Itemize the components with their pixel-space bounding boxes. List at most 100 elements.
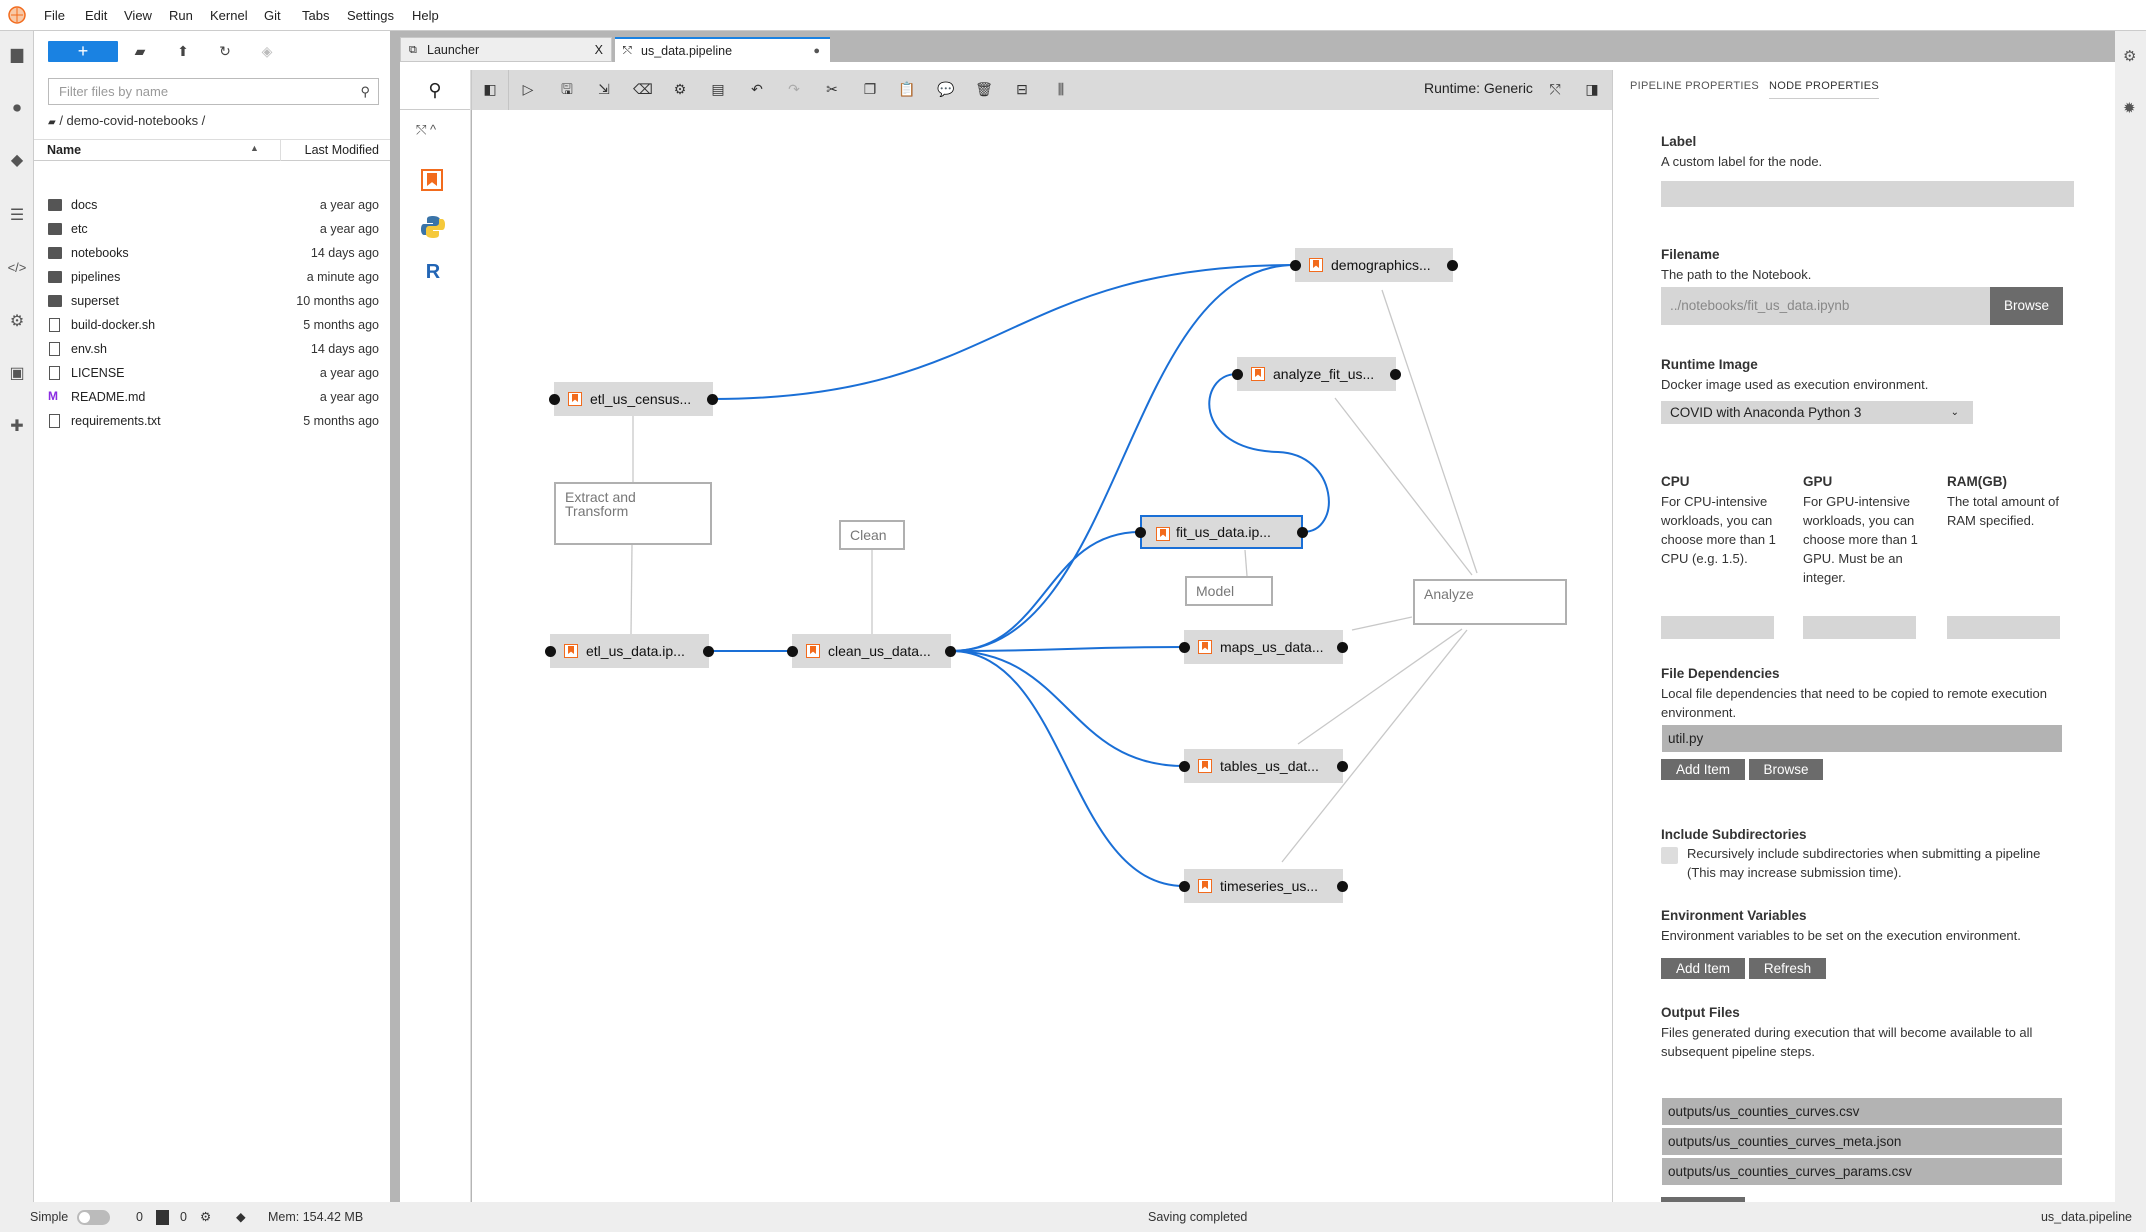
upload-icon[interactable]: ⬆: [173, 41, 193, 62]
output-port[interactable]: [1447, 260, 1458, 271]
toggle-properties-panel-icon[interactable]: ◨: [1583, 80, 1601, 98]
comment-box[interactable]: Analyze: [1413, 579, 1567, 625]
tab-us-data-pipeline[interactable]: ⤲ us_data.pipeline ●: [615, 37, 830, 62]
clear-pipeline-icon[interactable]: ⌫: [633, 80, 653, 98]
file-row[interactable]: notebooks 14 days ago: [34, 241, 390, 265]
runtimes-icon[interactable]: ⚙: [7, 312, 27, 332]
output-port[interactable]: [703, 646, 714, 657]
gpu-input[interactable]: [1803, 616, 1916, 639]
ram-input[interactable]: [1947, 616, 2060, 639]
input-port[interactable]: [1179, 881, 1190, 892]
input-port[interactable]: [545, 646, 556, 657]
output-port[interactable]: [1337, 642, 1348, 653]
save-pipeline-icon[interactable]: 🖫: [558, 80, 576, 98]
delete-icon[interactable]: 🗑: [975, 80, 993, 98]
add-env-variable-button[interactable]: Add Item: [1661, 958, 1745, 979]
comment-box[interactable]: Model: [1185, 576, 1273, 606]
undo-icon[interactable]: ↶: [748, 80, 766, 98]
sort-ascending-icon[interactable]: ▲: [250, 143, 259, 153]
runtime-images-icon[interactable]: ▤: [709, 80, 727, 98]
new-launcher-button[interactable]: +: [48, 41, 118, 62]
r-script-icon[interactable]: R: [419, 260, 447, 284]
new-folder-icon[interactable]: ▰: [130, 41, 150, 62]
menu-edit[interactable]: Edit: [85, 8, 107, 23]
file-row[interactable]: LICENSE a year ago: [34, 361, 390, 385]
comment-box[interactable]: Clean: [839, 520, 905, 550]
table-of-contents-icon[interactable]: ☰: [7, 206, 27, 226]
output-file-item[interactable]: outputs/us_counties_curves_meta.json: [1662, 1128, 2062, 1155]
output-file-item[interactable]: outputs/us_counties_curves.csv: [1662, 1098, 2062, 1125]
arrange-horizontal-icon[interactable]: ⊟: [1013, 80, 1031, 98]
file-row[interactable]: build-docker.sh 5 months ago: [34, 313, 390, 337]
code-snippets-icon[interactable]: </>: [7, 258, 27, 278]
input-port[interactable]: [1179, 761, 1190, 772]
git-icon[interactable]: ◆: [236, 1202, 246, 1232]
refresh-env-button[interactable]: Refresh: [1749, 958, 1826, 979]
debugger-bug-icon[interactable]: ✹: [2123, 99, 2136, 117]
export-pipeline-icon[interactable]: ⇲: [595, 80, 613, 98]
extensions-icon[interactable]: ✚: [7, 417, 27, 437]
menu-git[interactable]: Git: [264, 8, 281, 23]
output-port[interactable]: [1337, 881, 1348, 892]
search-icon[interactable]: ⚲: [400, 70, 470, 110]
pipeline-node[interactable]: timeseries_us...: [1184, 869, 1343, 903]
input-port[interactable]: [1232, 369, 1243, 380]
menu-view[interactable]: View: [124, 8, 152, 23]
filename-input[interactable]: ../notebooks/fit_us_data.ipynb: [1661, 287, 1990, 325]
column-name-header[interactable]: Name: [47, 143, 81, 157]
tab-pipeline-properties[interactable]: PIPELINE PROPERTIES: [1630, 80, 1759, 92]
breadcrumb[interactable]: ▰ / demo-covid-notebooks /: [48, 113, 205, 128]
file-row[interactable]: env.sh 14 days ago: [34, 337, 390, 361]
file-row[interactable]: pipelines a minute ago: [34, 265, 390, 289]
comment-box[interactable]: Extract and Transform: [554, 482, 712, 545]
kernels-count[interactable]: 0: [180, 1202, 187, 1232]
output-port[interactable]: [707, 394, 718, 405]
input-port[interactable]: [787, 646, 798, 657]
include-subdirectories-checkbox[interactable]: [1661, 847, 1678, 864]
output-port[interactable]: [945, 646, 956, 657]
file-row[interactable]: superset 10 months ago: [34, 289, 390, 313]
paste-icon[interactable]: 📋: [898, 80, 916, 98]
cut-icon[interactable]: ✂: [823, 80, 841, 98]
git-icon[interactable]: ◆: [7, 151, 27, 171]
refresh-icon[interactable]: ↻: [215, 41, 235, 62]
unsaved-dot-icon[interactable]: ●: [813, 39, 820, 64]
pipeline-node[interactable]: demographics...: [1295, 248, 1453, 282]
add-comment-icon[interactable]: 💬: [937, 80, 955, 98]
input-port[interactable]: [1135, 527, 1146, 538]
pipeline-node[interactable]: analyze_fit_us...: [1237, 357, 1396, 391]
tab-launcher[interactable]: ⧉ Launcher X: [400, 37, 612, 62]
pipeline-node[interactable]: maps_us_data...: [1184, 630, 1343, 664]
folder-icon[interactable]: ▆: [7, 45, 27, 65]
pipeline-node[interactable]: clean_us_data...: [792, 634, 951, 668]
file-row[interactable]: requirements.txt 5 months ago: [34, 409, 390, 433]
label-input[interactable]: [1661, 181, 2074, 207]
terminals-count[interactable]: 0: [136, 1202, 143, 1232]
notebook-node-icon[interactable]: [421, 169, 443, 191]
pipeline-node[interactable]: etl_us_data.ip...: [550, 634, 709, 668]
copy-icon[interactable]: ❐: [861, 80, 879, 98]
menu-settings[interactable]: Settings: [347, 8, 394, 23]
menu-kernel[interactable]: Kernel: [210, 8, 248, 23]
filename-browse-button[interactable]: Browse: [1990, 287, 2063, 325]
close-tab-icon[interactable]: X: [595, 38, 603, 63]
input-port[interactable]: [1179, 642, 1190, 653]
redo-icon[interactable]: ↷: [785, 80, 803, 98]
menu-file[interactable]: File: [44, 8, 65, 23]
running-stop-icon[interactable]: ⏺: [7, 99, 27, 119]
open-panel-icon[interactable]: ◧: [481, 80, 499, 98]
tab-node-properties[interactable]: NODE PROPERTIES: [1769, 80, 1880, 99]
menu-run[interactable]: Run: [169, 8, 193, 23]
column-modified-header[interactable]: Last Modified: [305, 143, 379, 157]
menu-help[interactable]: Help: [412, 8, 439, 23]
input-port[interactable]: [1290, 260, 1301, 271]
add-dependency-button[interactable]: Add Item: [1661, 759, 1745, 780]
pipeline-node[interactable]: tables_us_dat...: [1184, 749, 1343, 783]
python-script-icon[interactable]: [420, 214, 446, 240]
pipeline-node[interactable]: etl_us_census...: [554, 382, 713, 416]
output-port[interactable]: [1297, 527, 1308, 538]
pipeline-palette-icon[interactable]: ⤲ ^: [416, 122, 436, 138]
file-dependency-item[interactable]: util.py: [1662, 725, 2062, 752]
browse-dependency-button[interactable]: Browse: [1749, 759, 1823, 780]
arrange-vertical-icon[interactable]: ⫼: [1052, 80, 1070, 98]
